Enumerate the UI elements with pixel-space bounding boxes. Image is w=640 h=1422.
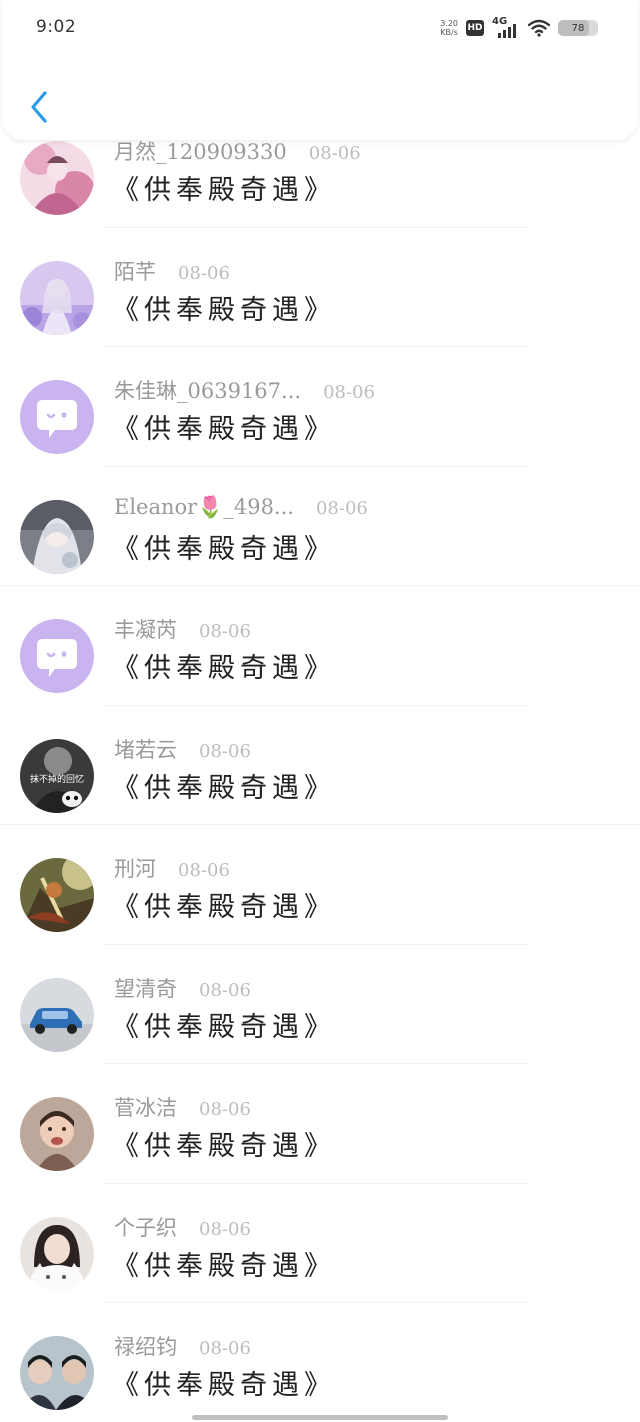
user-name: 陌芊 [114, 259, 156, 284]
crying-child-photo-image [20, 1097, 94, 1171]
comment-text: 《供奉殿奇遇》 [112, 1250, 336, 1282]
user-name: Eleanor🌷_498... [114, 494, 294, 519]
anime-pink-art-image [20, 141, 94, 215]
home-indicator[interactable] [192, 1415, 448, 1420]
header-bar: 9:02 3.20 KB/s HD 4G 78 [2, 0, 638, 140]
user-name: 堵若云 [114, 737, 177, 762]
net-speed-unit: KB/s [440, 28, 458, 37]
comment-text: 《供奉殿奇遇》 [112, 175, 336, 206]
user-name: 个子织 [114, 1215, 177, 1240]
comment-list-screen: 9:02 3.20 KB/s HD 4G 78 月然_120909330 08-… [0, 0, 640, 1422]
default-chat-bubble-image [20, 619, 94, 693]
battery-level: 78 [571, 22, 585, 34]
list-item[interactable]: 丰凝芮 08-06 《供奉殿奇遇》 [0, 586, 640, 706]
avatar[interactable] [20, 977, 94, 1052]
status-time: 9:02 [36, 17, 77, 37]
status-icons: 3.20 KB/s HD 4G 78 [440, 16, 598, 40]
comment-text: 《供奉殿奇遇》 [112, 1011, 336, 1043]
comment-date: 08-06 [199, 621, 251, 642]
avatar[interactable] [20, 1216, 94, 1291]
list-item[interactable]: 陌芊 08-06 《供奉殿奇遇》 [0, 228, 640, 347]
avatar[interactable] [20, 1336, 94, 1410]
comment-date: 08-06 [199, 1218, 251, 1240]
comment-date: 08-06 [315, 497, 368, 519]
comment-list: 月然_120909330 08-06 《供奉殿奇遇》 陌芊 08-06 《供奉殿奇遇》 朱佳… [0, 108, 640, 1422]
comment-text: 《供奉殿奇遇》 [112, 1131, 336, 1162]
user-name: 禄绍钧 [114, 1335, 177, 1359]
game-warrior-art-image [20, 858, 94, 932]
blue-car-photo-image [20, 977, 94, 1052]
comment-date: 08-06 [199, 1338, 251, 1359]
avatar[interactable] [20, 858, 94, 932]
user-name: 菅冰洁 [114, 1096, 177, 1120]
comment-text: 《供奉殿奇遇》 [112, 772, 336, 804]
comment-text: 《供奉殿奇遇》 [112, 1370, 336, 1401]
two-men-photo-image [20, 1336, 94, 1410]
comment-date: 08-06 [199, 979, 251, 1001]
user-name: 望清奇 [114, 976, 177, 1001]
user-name: 刑河 [114, 857, 156, 881]
user-name: 朱佳琳_0639167... [114, 379, 302, 403]
list-item[interactable]: 望清奇 08-06 《供奉殿奇遇》 [0, 945, 640, 1064]
list-item[interactable]: 抹不掉的回忆 堵若云 08-06 《供奉殿奇遇》 [0, 706, 640, 825]
list-item[interactable]: 个子织 08-06 《供奉殿奇遇》 [0, 1184, 640, 1303]
avatar[interactable]: 抹不掉的回忆 [20, 738, 94, 813]
net-speed: 3.20 KB/s [440, 19, 458, 37]
girl-with-cat-photo-image [20, 1216, 94, 1291]
anime-purple-girl-image [20, 260, 94, 335]
comment-text: 《供奉殿奇遇》 [112, 533, 336, 565]
comment-date: 08-06 [308, 143, 361, 164]
wifi-icon [528, 19, 550, 37]
comment-date: 08-06 [323, 382, 375, 403]
chevron-left-icon [31, 91, 47, 123]
comment-date: 08-06 [178, 262, 230, 284]
avatar[interactable] [20, 260, 94, 335]
user-name: 丰凝芮 [114, 618, 177, 642]
list-item[interactable]: Eleanor🌷_498... 08-06 《供奉殿奇遇》 [0, 467, 640, 586]
comment-date: 08-06 [178, 860, 230, 881]
avatar[interactable] [20, 1097, 94, 1171]
list-item[interactable]: 禄绍钧 08-06 《供奉殿奇遇》 [0, 1303, 640, 1422]
avatar[interactable] [20, 141, 94, 215]
cellular-signal-icon: 4G [492, 16, 520, 38]
comment-text: 《供奉殿奇遇》 [112, 414, 336, 445]
comment-text: 《供奉殿奇遇》 [112, 892, 336, 923]
avatar[interactable] [20, 499, 94, 574]
list-item[interactable]: 刑河 08-06 《供奉殿奇遇》 [0, 825, 640, 945]
user-name: 月然_120909330 [114, 140, 287, 164]
back-button[interactable] [24, 88, 54, 126]
net-speed-value: 3.20 [440, 19, 458, 28]
battery-icon: 78 [558, 20, 598, 36]
comment-date: 08-06 [199, 1099, 251, 1120]
list-item[interactable]: 朱佳琳_0639167... 08-06 《供奉殿奇遇》 [0, 347, 640, 467]
default-chat-bubble-image [20, 380, 94, 454]
avatar[interactable] [20, 619, 94, 693]
comment-date: 08-06 [199, 740, 251, 762]
comment-text: 《供奉殿奇遇》 [112, 653, 336, 684]
hd-badge: HD [466, 20, 484, 36]
anime-white-hair-image [20, 499, 94, 574]
list-item[interactable]: 菅冰洁 08-06 《供奉殿奇遇》 [0, 1064, 640, 1184]
svg-text:抹不掉的回忆: 抹不掉的回忆 [30, 773, 84, 785]
black-white-photo-image: 抹不掉的回忆 [20, 738, 94, 813]
comment-text: 《供奉殿奇遇》 [112, 294, 336, 326]
avatar[interactable] [20, 380, 94, 454]
